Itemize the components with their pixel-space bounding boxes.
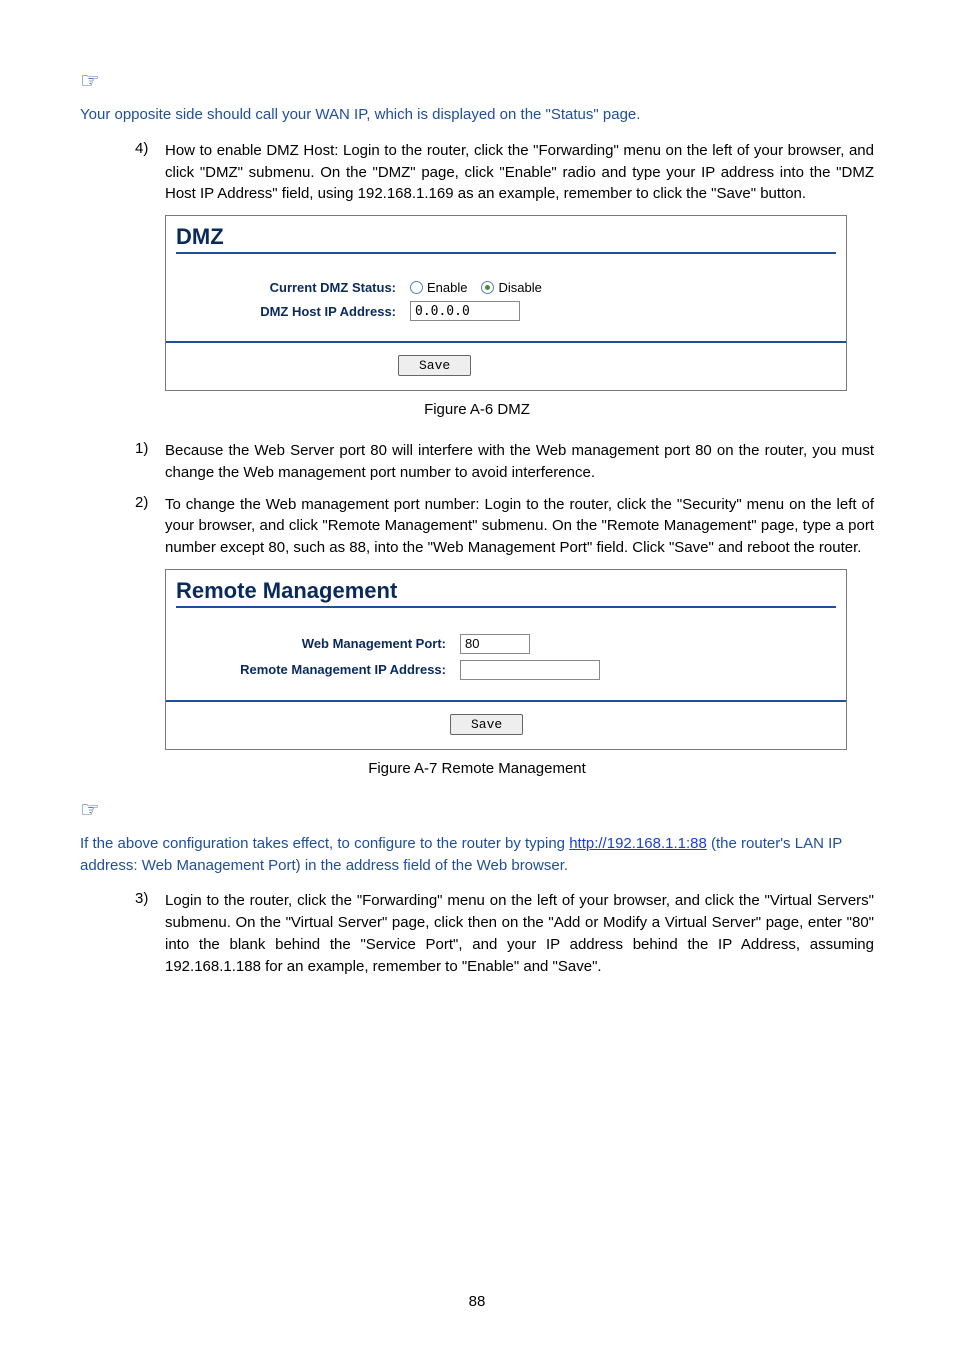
note-icon: ☞ (80, 70, 874, 92)
list-body: How to enable DMZ Host: Login to the rou… (165, 140, 874, 205)
list-marker: 1) (135, 440, 165, 484)
remote-management-panel: Remote Management Web Management Port: R… (165, 569, 847, 750)
list-item-3: 3) Login to the router, click the "Forwa… (135, 890, 874, 977)
dmz-status-label: Current DMZ Status: (176, 280, 410, 295)
enable-radio[interactable] (410, 281, 423, 294)
rm-port-input[interactable] (460, 634, 530, 654)
note-1-text: Your opposite side should call your WAN … (80, 104, 874, 126)
disable-label: Disable (498, 280, 541, 295)
disable-radio[interactable] (481, 281, 494, 294)
rm-title: Remote Management (176, 578, 397, 603)
list-marker: 4) (135, 140, 165, 205)
list-body: Because the Web Server port 80 will inte… (165, 440, 874, 484)
list-body: Login to the router, click the "Forwardi… (165, 890, 874, 977)
enable-label: Enable (427, 280, 467, 295)
list-item-4: 4) How to enable DMZ Host: Login to the … (135, 140, 874, 205)
dmz-ip-input[interactable] (410, 301, 520, 321)
note-2-prefix: If the above configuration takes effect,… (80, 835, 569, 852)
rm-ip-input[interactable] (460, 660, 600, 680)
router-url-link[interactable]: http://192.168.1.1:88 (569, 835, 707, 852)
dmz-ip-label: DMZ Host IP Address: (176, 304, 410, 319)
page-number: 88 (0, 1293, 954, 1310)
rm-port-label: Web Management Port: (176, 636, 460, 651)
dmz-save-button[interactable]: Save (398, 355, 471, 376)
list-marker: 2) (135, 494, 165, 559)
list-marker: 3) (135, 890, 165, 977)
dmz-caption: Figure A-6 DMZ (80, 401, 874, 418)
list-item-1: 1) Because the Web Server port 80 will i… (135, 440, 874, 484)
dmz-panel: DMZ Current DMZ Status: Enable Disable (165, 215, 847, 391)
rm-caption: Figure A-7 Remote Management (80, 760, 874, 777)
note-2-text: If the above configuration takes effect,… (80, 833, 874, 877)
rm-ip-label: Remote Management IP Address: (176, 662, 460, 677)
dmz-title: DMZ (176, 224, 224, 249)
note-icon: ☞ (80, 799, 874, 821)
rm-save-button[interactable]: Save (450, 714, 523, 735)
list-body: To change the Web management port number… (165, 494, 874, 559)
list-item-2: 2) To change the Web management port num… (135, 494, 874, 559)
